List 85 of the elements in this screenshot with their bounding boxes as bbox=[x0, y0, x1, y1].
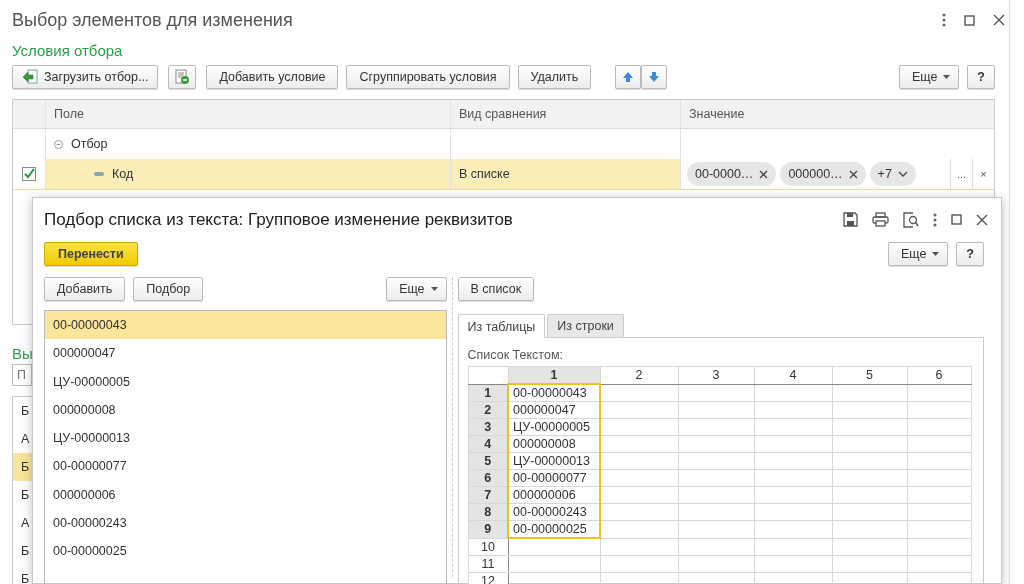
window-title: Выбор элементов для изменения bbox=[12, 9, 293, 31]
dialog-title: Подбор списка из текста: Групповое изменение реквизитов bbox=[44, 209, 513, 230]
more-icon[interactable] bbox=[933, 212, 937, 227]
list-item[interactable]: А bbox=[13, 509, 33, 537]
toolbar-button[interactable]: Добавить условие bbox=[206, 65, 339, 89]
toolbar-button[interactable]: Добавить bbox=[44, 277, 126, 301]
more-button[interactable]: Еще bbox=[898, 65, 960, 89]
more-button[interactable]: Еще bbox=[386, 277, 447, 301]
down-arrow-icon bbox=[648, 71, 661, 83]
value-chip[interactable]: 00-0000… bbox=[687, 162, 777, 186]
caret-icon bbox=[943, 75, 951, 79]
field-label: Список Текстом: bbox=[467, 348, 564, 364]
report-button[interactable] bbox=[168, 65, 197, 89]
list-item[interactable]: 00-00000043 bbox=[45, 311, 446, 340]
list-item[interactable]: Б bbox=[13, 397, 33, 425]
column-header[interactable]: 4 bbox=[754, 366, 833, 384]
preview-icon[interactable] bbox=[903, 211, 919, 228]
chevron-icon bbox=[897, 171, 908, 177]
column-header[interactable]: 6 bbox=[907, 366, 972, 384]
list-item[interactable]: ЦУ-00000005 bbox=[45, 367, 446, 396]
table-cell: ЦУ-00000013 bbox=[508, 452, 601, 470]
caret-icon bbox=[430, 287, 438, 291]
list-item[interactable]: 00-00000077 bbox=[45, 452, 446, 481]
transfer-button[interactable]: Перенести bbox=[44, 242, 138, 266]
table-cell: ЦУ-00000005 bbox=[508, 418, 601, 436]
list-item[interactable]: 00-00000025 bbox=[45, 537, 446, 566]
list-item[interactable]: Б bbox=[13, 481, 33, 509]
load-filter-icon bbox=[22, 69, 38, 85]
table-cell: 00-00000025 bbox=[508, 520, 601, 538]
list-item[interactable]: Б bbox=[13, 453, 33, 481]
load-filter-button[interactable]: Загрузить отбор... bbox=[12, 65, 159, 89]
field-name: Код bbox=[112, 167, 134, 181]
search-field[interactable]: П bbox=[12, 364, 32, 386]
list-item[interactable]: 000000047 bbox=[45, 339, 446, 368]
tab[interactable]: Из строки bbox=[547, 314, 624, 337]
list-item[interactable]: Б bbox=[13, 537, 33, 565]
remove-icon[interactable] bbox=[848, 169, 858, 179]
section-title: Вы bbox=[12, 345, 33, 364]
checkbox[interactable] bbox=[22, 167, 36, 181]
more-values-chip[interactable]: +7 bbox=[869, 162, 916, 186]
close-icon[interactable] bbox=[976, 213, 988, 226]
column-header[interactable]: 3 bbox=[678, 366, 755, 384]
list-item[interactable]: Б bbox=[13, 565, 33, 584]
save-icon[interactable] bbox=[843, 212, 858, 227]
list-item[interactable]: 00-00000243 bbox=[45, 509, 446, 538]
list-item[interactable]: ЦУ-00000013 bbox=[45, 424, 446, 453]
column-header[interactable]: 2 bbox=[600, 366, 679, 384]
toolbar-button[interactable]: Удалить bbox=[517, 65, 592, 89]
toolbar-button[interactable]: Сгруппировать условия bbox=[346, 65, 510, 89]
printer-icon[interactable] bbox=[872, 212, 889, 227]
collapse-icon[interactable] bbox=[54, 139, 63, 149]
column-header[interactable]: 1 bbox=[508, 366, 601, 384]
help-button[interactable]: ? bbox=[967, 65, 995, 89]
toolbar-button[interactable]: Подбор bbox=[133, 277, 204, 301]
tab[interactable]: Из таблицы bbox=[457, 314, 546, 338]
to-list-button[interactable]: В список bbox=[457, 277, 535, 301]
table-cell: 000000006 bbox=[508, 486, 601, 504]
report-icon bbox=[174, 69, 191, 85]
table-cell: 00-00000243 bbox=[508, 503, 601, 521]
close-icon[interactable] bbox=[993, 14, 1005, 26]
caret-icon bbox=[932, 252, 940, 256]
table-cell: 000000008 bbox=[508, 435, 601, 453]
move-up-button[interactable] bbox=[615, 65, 642, 89]
group-name: Отбор bbox=[71, 137, 108, 151]
list-item[interactable]: А bbox=[13, 425, 33, 453]
column-header[interactable]: Поле bbox=[46, 100, 451, 128]
table-cell: 00-00000043 bbox=[508, 384, 601, 402]
help-button[interactable]: ? bbox=[956, 242, 984, 266]
value-chip[interactable]: 000000… bbox=[780, 162, 866, 186]
up-arrow-icon bbox=[622, 71, 635, 83]
maximize-icon[interactable] bbox=[951, 214, 962, 225]
list-item[interactable]: 000000008 bbox=[45, 395, 446, 425]
more-button[interactable]: Еще bbox=[887, 242, 949, 266]
maximize-icon[interactable] bbox=[964, 14, 975, 26]
column-header[interactable]: Вид сравнения bbox=[451, 100, 681, 128]
remove-icon[interactable] bbox=[759, 169, 769, 179]
column-header[interactable]: Значение bbox=[681, 100, 994, 128]
more-icon[interactable] bbox=[942, 13, 946, 27]
section-title: Условия отбора bbox=[12, 41, 124, 61]
list-item[interactable]: 000000006 bbox=[45, 480, 446, 510]
table-cell: 00-00000077 bbox=[508, 469, 601, 487]
item-icon bbox=[94, 172, 104, 176]
table-cell: 000000047 bbox=[508, 401, 601, 419]
column-header[interactable]: 5 bbox=[832, 366, 908, 384]
move-down-button[interactable] bbox=[641, 65, 668, 89]
